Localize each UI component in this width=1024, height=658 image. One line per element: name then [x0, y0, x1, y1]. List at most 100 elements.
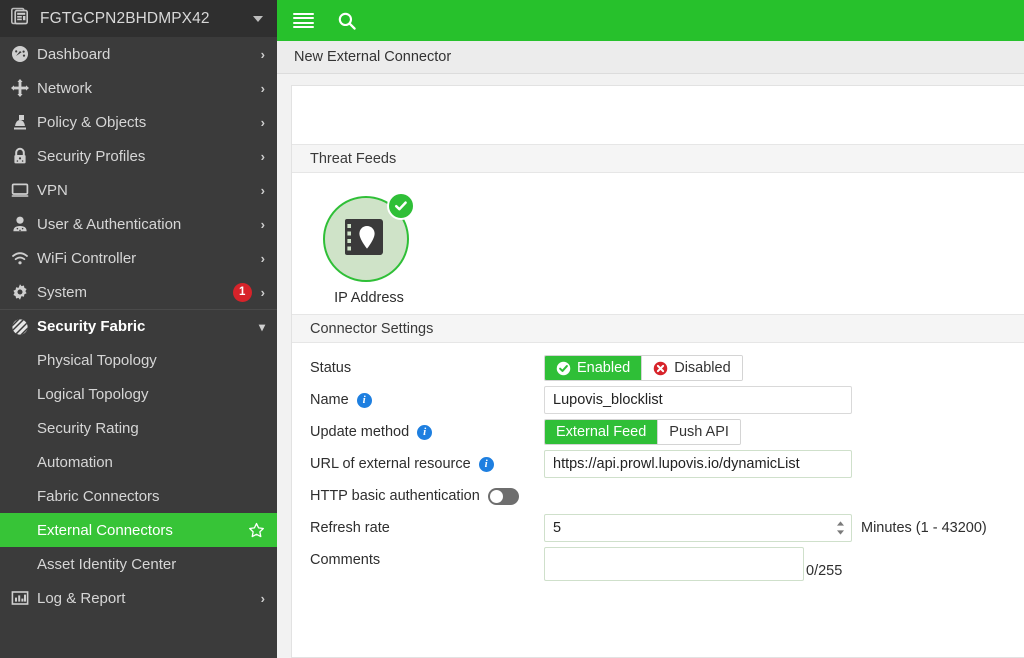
sidebar-subitem-label: Physical Topology: [37, 352, 265, 369]
sidebar-item-label: Log & Report: [37, 590, 261, 607]
http-basic-auth-label-group: HTTP basic authentication: [310, 488, 544, 505]
update-method-option-push-api[interactable]: Push API: [657, 420, 740, 444]
sidebar-subitem-label: Asset Identity Center: [37, 556, 265, 573]
sidebar-item-user-authentication[interactable]: User & Authentication ›: [0, 207, 277, 241]
sidebar: FGTGCPN2BHDMPX42 Dashboard › Network ›: [0, 0, 277, 658]
star-outline-icon[interactable]: [248, 522, 265, 539]
refresh-rate-unit: Minutes (1 - 43200): [861, 520, 987, 536]
info-icon[interactable]: i: [417, 425, 432, 440]
chevron-right-icon: ›: [261, 116, 265, 129]
policy-stamp-icon: [11, 113, 37, 131]
sidebar-item-label: Security Fabric: [37, 318, 259, 335]
panel-top-spacer: [292, 86, 1024, 144]
http-basic-auth-row: HTTP basic authentication: [292, 480, 1024, 512]
fortigate-app-window: FGTGCPN2BHDMPX42 Dashboard › Network ›: [0, 0, 1024, 658]
refresh-rate-field-wrap: [544, 514, 852, 542]
x-circle-icon: [653, 361, 668, 376]
chevron-right-icon: ›: [261, 48, 265, 61]
comments-label-group: Comments: [310, 547, 544, 568]
status-toggle-group[interactable]: Enabled Disabled: [544, 355, 743, 381]
status-option-label: Enabled: [577, 360, 630, 376]
url-input[interactable]: [544, 450, 852, 478]
sidebar-item-label: Security Profiles: [37, 148, 261, 165]
sidebar-item-wifi-controller[interactable]: WiFi Controller ›: [0, 241, 277, 275]
fabric-circle-icon: [11, 318, 37, 336]
sidebar-item-dashboard[interactable]: Dashboard ›: [0, 37, 277, 71]
sidebar-item-label: System: [37, 284, 233, 301]
sidebar-subitem-label: Automation: [37, 454, 265, 471]
chevron-right-icon: ›: [261, 150, 265, 163]
connector-settings-form: Status Enabled: [292, 343, 1024, 581]
sidebar-item-logical-topology[interactable]: Logical Topology: [0, 377, 277, 411]
name-label-group: Name i: [310, 392, 544, 408]
sidebar-item-security-profiles[interactable]: Security Profiles ›: [0, 139, 277, 173]
gear-icon: [11, 283, 37, 301]
refresh-rate-label-group: Refresh rate: [310, 520, 544, 536]
breadcrumb: New External Connector: [277, 41, 1024, 74]
sidebar-item-security-fabric[interactable]: Security Fabric ▾: [0, 309, 277, 343]
feed-tile-ip-address[interactable]: IP Address: [314, 192, 424, 306]
sidebar-item-label: Dashboard: [37, 46, 261, 63]
sidebar-item-physical-topology[interactable]: Physical Topology: [0, 343, 277, 377]
status-row: Status Enabled: [292, 352, 1024, 384]
http-basic-auth-toggle[interactable]: [488, 488, 519, 505]
chevron-right-icon: ›: [261, 184, 265, 197]
toggle-knob: [490, 490, 503, 503]
sidebar-item-policy-objects[interactable]: Policy & Objects ›: [0, 105, 277, 139]
comments-label: Comments: [310, 552, 380, 568]
main-navigation: Dashboard › Network › Policy & Objects ›: [0, 37, 277, 615]
search-icon[interactable]: [337, 11, 357, 31]
sidebar-item-label: Policy & Objects: [37, 114, 261, 131]
sidebar-item-vpn[interactable]: VPN ›: [0, 173, 277, 207]
sidebar-item-label: Network: [37, 80, 261, 97]
sidebar-item-external-connectors[interactable]: External Connectors: [0, 513, 277, 547]
name-input[interactable]: [544, 386, 852, 414]
update-method-toggle-group[interactable]: External Feed Push API: [544, 419, 741, 445]
wifi-icon: [11, 249, 37, 267]
chevron-right-icon: ›: [261, 218, 265, 231]
device-stack-icon: [11, 7, 31, 31]
network-move-icon: [11, 79, 37, 97]
update-method-label-group: Update method i: [310, 424, 544, 440]
device-selector[interactable]: FGTGCPN2BHDMPX42: [0, 0, 277, 37]
status-badge: 1: [233, 283, 252, 302]
refresh-rate-input[interactable]: [544, 514, 852, 542]
sidebar-item-system[interactable]: System 1 ›: [0, 275, 277, 309]
sidebar-item-security-rating[interactable]: Security Rating: [0, 411, 277, 445]
sidebar-subitem-label: Fabric Connectors: [37, 488, 265, 505]
update-method-option-external-feed[interactable]: External Feed: [545, 420, 657, 444]
chevron-down-icon: ▾: [259, 321, 265, 333]
hamburger-menu-icon[interactable]: [293, 13, 314, 28]
sidebar-item-asset-identity-center[interactable]: Asset Identity Center: [0, 547, 277, 581]
main-area: New External Connector Threat Feeds: [277, 0, 1024, 658]
sidebar-item-fabric-connectors[interactable]: Fabric Connectors: [0, 479, 277, 513]
check-circle-icon: [387, 192, 415, 220]
sidebar-item-automation[interactable]: Automation: [0, 445, 277, 479]
info-icon[interactable]: i: [479, 457, 494, 472]
status-option-disabled[interactable]: Disabled: [641, 356, 741, 380]
caret-down-icon[interactable]: [253, 16, 263, 22]
info-icon[interactable]: i: [357, 393, 372, 408]
status-option-enabled[interactable]: Enabled: [545, 356, 641, 380]
sidebar-item-network[interactable]: Network ›: [0, 71, 277, 105]
top-toolbar: [277, 0, 1024, 41]
update-method-option-label: External Feed: [556, 424, 646, 440]
http-basic-auth-label: HTTP basic authentication: [310, 488, 480, 504]
sidebar-item-label: User & Authentication: [37, 216, 261, 233]
threat-feeds-section-header: Threat Feeds: [292, 144, 1024, 173]
spinner-updown-icon[interactable]: [836, 520, 845, 536]
sidebar-item-label: WiFi Controller: [37, 250, 261, 267]
feed-tile-label: IP Address: [314, 290, 424, 306]
comments-row: Comments 0/255: [292, 544, 1024, 581]
comments-textarea[interactable]: [544, 547, 804, 581]
threat-feeds-body: IP Address: [292, 173, 1024, 314]
chevron-right-icon: ›: [261, 592, 265, 605]
ip-address-book-icon: [341, 212, 391, 267]
sidebar-subitem-label: Security Rating: [37, 420, 265, 437]
update-method-row: Update method i External Feed Push API: [292, 416, 1024, 448]
url-label: URL of external resource: [310, 456, 471, 472]
feed-icon-wrap: [323, 192, 415, 284]
sidebar-subitem-label: Logical Topology: [37, 386, 265, 403]
sidebar-item-log-report[interactable]: Log & Report ›: [0, 581, 277, 615]
content-area: Threat Feeds: [277, 74, 1024, 658]
